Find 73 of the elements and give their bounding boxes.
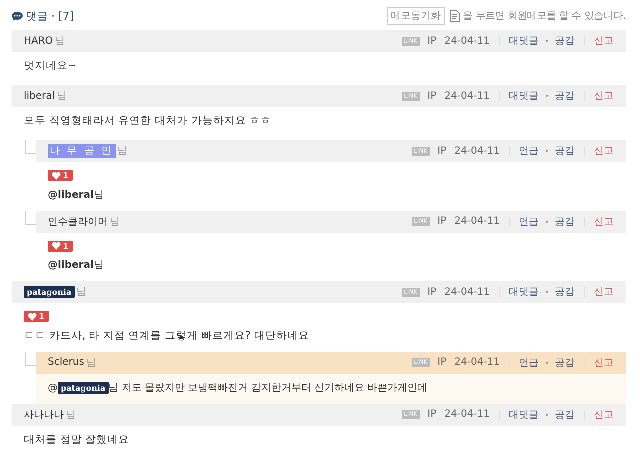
comment-text: @ patagonia 님 저도 몰랐지만 보냉팩빠진거 감지한거부터 신기하네요 바쁜가게인데 — [48, 382, 429, 394]
report-link[interactable]: 신고 — [594, 356, 614, 370]
comment-text: 모두 직영형태라서 유연한 대처가 가능하지요 ㅎㅎ — [24, 115, 273, 128]
report-link[interactable]: 신고 — [594, 89, 614, 103]
author-name[interactable]: Sclerus — [48, 357, 84, 368]
separator-dot-icon — [546, 414, 548, 416]
memo-icon[interactable] — [450, 10, 460, 22]
comment-date: 24-04-11 — [454, 357, 500, 368]
like-badge: 1 — [48, 170, 73, 181]
ip-label: IP — [428, 36, 437, 46]
action-link[interactable]: 대댓글 — [509, 408, 539, 422]
comment-date: 24-04-11 — [444, 90, 490, 102]
report-link[interactable]: 신고 — [594, 214, 614, 228]
action-link[interactable]: 공감 — [555, 89, 575, 103]
report-link[interactable]: 신고 — [594, 285, 614, 299]
reply-elbow-icon — [25, 140, 37, 154]
reply-elbow-icon — [25, 352, 37, 366]
honorific: 님 — [57, 90, 68, 103]
honorific: 님 — [66, 408, 76, 422]
action-link[interactable]: 공감 — [555, 144, 575, 158]
author-name[interactable]: 사나나나 — [24, 408, 64, 422]
report-link[interactable]: 신고 — [594, 34, 614, 48]
action-link[interactable]: 대댓글 — [509, 34, 539, 48]
comment-text: 대처를 정말 잘했네요 — [24, 434, 131, 446]
comment-date: 24-04-11 — [454, 216, 500, 227]
memo-sync-button[interactable]: 메모동기화 — [387, 7, 446, 25]
honorific: 님 — [86, 356, 96, 370]
comment-date: 24-04-11 — [454, 146, 500, 156]
comment-date: 24-04-11 — [444, 36, 490, 46]
action-link[interactable]: 언급 — [519, 356, 539, 370]
author-name[interactable]: 인수클라이머 — [48, 214, 108, 228]
ip-label: IP — [428, 409, 437, 420]
separator-dot-icon — [546, 95, 548, 97]
author-logo[interactable]: patagonia — [24, 286, 75, 298]
separator-dot-icon — [546, 150, 548, 152]
ip-label: IP — [428, 286, 437, 298]
honorific: 님 — [118, 145, 128, 158]
honorific: 님 — [110, 216, 120, 228]
ip-label: IP — [438, 216, 447, 227]
action-link[interactable]: 대댓글 — [509, 285, 539, 299]
honorific: 님 — [76, 286, 87, 299]
report-link[interactable]: 신고 — [594, 408, 614, 422]
report-link[interactable]: 신고 — [594, 144, 614, 158]
like-badge: 1 — [24, 311, 49, 322]
comment-text: ㄷㄷ 카드사, 타 지점 연계를 그렇게 빠르게요? 대단하네요 — [24, 330, 310, 342]
comments-title: 댓글 · [7] — [26, 8, 74, 24]
action-link[interactable]: 공감 — [555, 214, 575, 228]
ip-label: IP — [428, 90, 437, 102]
separator-dot-icon — [546, 291, 548, 293]
comment-date: 24-04-11 — [444, 286, 490, 298]
ip-label: IP — [438, 146, 447, 156]
memo-hint: 을 누르면 회원메모를 할 수 있습니다. — [463, 10, 626, 23]
speech-bubble-icon — [12, 12, 23, 20]
action-link[interactable]: 공감 — [555, 34, 575, 48]
action-link[interactable]: 대댓글 — [509, 89, 539, 103]
separator-dot-icon — [546, 40, 548, 42]
author-name[interactable]: liberal — [24, 90, 56, 102]
comment-text: 멋지네요~ — [24, 60, 78, 73]
like-badge: 1 — [48, 240, 73, 252]
action-link[interactable]: 공감 — [555, 356, 575, 370]
action-link[interactable]: 공감 — [555, 285, 575, 299]
author-name[interactable]: HARO — [24, 36, 54, 46]
comment-text: @liberal님 — [48, 188, 105, 202]
separator-dot-icon — [546, 220, 548, 222]
comment-text: @liberal님 — [48, 259, 105, 272]
comment-date: 24-04-11 — [444, 409, 490, 420]
ip-label: IP — [438, 357, 447, 368]
honorific: 님 — [55, 35, 66, 48]
action-link[interactable]: 언급 — [519, 214, 539, 228]
reply-elbow-icon — [25, 210, 37, 224]
action-link[interactable]: 공감 — [555, 408, 575, 422]
action-link[interactable]: 언급 — [519, 144, 539, 158]
separator-dot-icon — [546, 362, 548, 364]
